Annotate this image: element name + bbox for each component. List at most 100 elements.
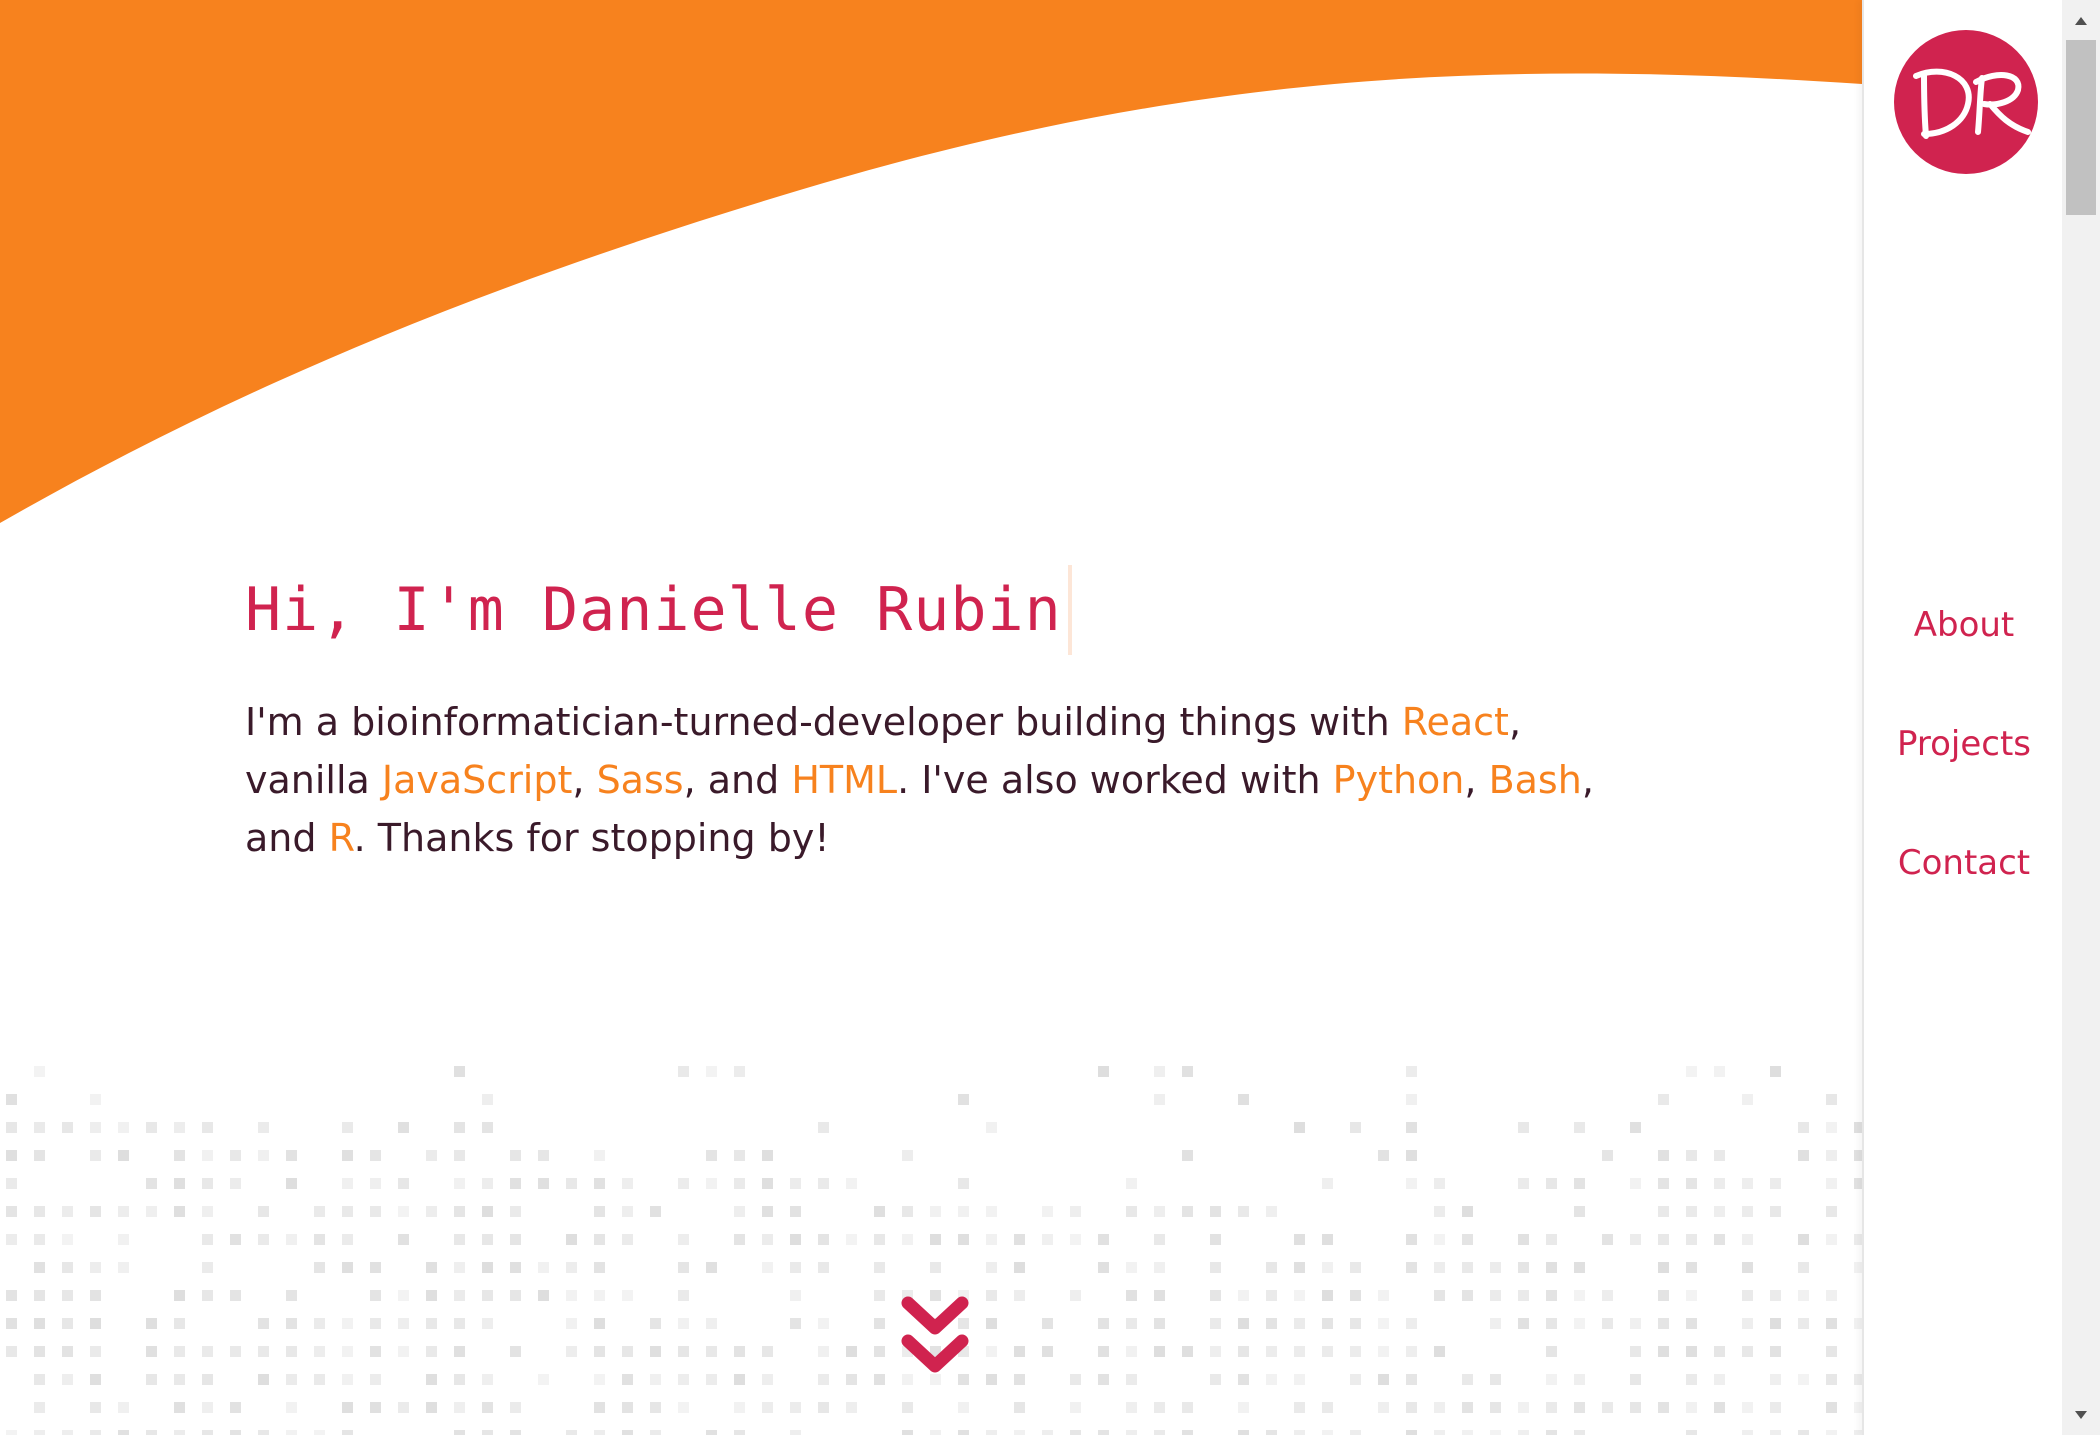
pattern-dot	[874, 1234, 885, 1245]
pattern-dot	[762, 1150, 773, 1161]
pattern-dot	[622, 1430, 633, 1435]
vertical-scrollbar[interactable]	[2062, 0, 2100, 1435]
pattern-dot	[1798, 1430, 1809, 1435]
pattern-dot	[1714, 1374, 1725, 1385]
pattern-dot	[1742, 1178, 1753, 1189]
pattern-dot	[370, 1318, 381, 1329]
logo[interactable]	[1894, 30, 2038, 174]
pattern-dot	[1854, 1234, 1862, 1245]
pattern-dot	[1098, 1430, 1109, 1435]
scroll-down-arrow[interactable]	[2062, 1400, 2100, 1430]
pattern-dot	[1546, 1430, 1557, 1435]
pattern-dot	[818, 1318, 829, 1329]
pattern-dot	[1462, 1402, 1473, 1413]
pattern-dot	[34, 1430, 45, 1435]
pattern-dot	[1154, 1206, 1165, 1217]
pattern-dot	[1294, 1318, 1305, 1329]
pattern-dot	[538, 1290, 549, 1301]
pattern-dot	[174, 1178, 185, 1189]
nav-link-about[interactable]: About	[1864, 600, 2064, 650]
pattern-dot	[930, 1430, 941, 1435]
pattern-dot	[874, 1346, 885, 1357]
pattern-dot	[1686, 1430, 1697, 1435]
pattern-dot	[286, 1318, 297, 1329]
page: Hi, I'm Danielle Rubin I'm a bioinformat…	[0, 0, 2100, 1435]
pattern-dot	[370, 1374, 381, 1385]
pattern-dot	[34, 1402, 45, 1413]
pattern-dot	[342, 1318, 353, 1329]
pattern-dot	[1518, 1262, 1529, 1273]
triangle-down-icon	[2075, 1411, 2087, 1419]
pattern-dot	[678, 1318, 689, 1329]
pattern-dot	[566, 1430, 577, 1435]
double-chevron-down-icon	[901, 1296, 969, 1373]
pattern-dot	[1182, 1430, 1193, 1435]
pattern-dot	[678, 1346, 689, 1357]
pattern-dot	[1266, 1346, 1277, 1357]
pattern-dot	[1518, 1402, 1529, 1413]
intro-text: , and	[683, 758, 792, 802]
pattern-dot	[1434, 1178, 1445, 1189]
pattern-dot	[34, 1234, 45, 1245]
pattern-dot	[650, 1374, 661, 1385]
pattern-dot	[1378, 1290, 1389, 1301]
pattern-dot	[1854, 1430, 1862, 1435]
pattern-dot	[818, 1234, 829, 1245]
pattern-dot	[1154, 1066, 1165, 1077]
pattern-dot	[1406, 1430, 1417, 1435]
pattern-dot	[286, 1430, 297, 1435]
pattern-dot	[454, 1346, 465, 1357]
pattern-dot	[1518, 1122, 1529, 1133]
pattern-dot	[370, 1178, 381, 1189]
main-nav: About Projects Contact	[1864, 600, 2064, 957]
pattern-dot	[1322, 1290, 1333, 1301]
pattern-dot	[1770, 1066, 1781, 1077]
pattern-dot	[1378, 1346, 1389, 1357]
pattern-dot	[1322, 1262, 1333, 1273]
nav-link-projects[interactable]: Projects	[1864, 719, 2064, 769]
pattern-dot	[482, 1374, 493, 1385]
pattern-dot	[902, 1150, 913, 1161]
pattern-dot	[34, 1150, 45, 1161]
pattern-dot	[734, 1206, 745, 1217]
pattern-dot	[762, 1262, 773, 1273]
scroll-up-arrow[interactable]	[2062, 6, 2100, 36]
pattern-dot	[1770, 1346, 1781, 1357]
scrollbar-thumb[interactable]	[2066, 40, 2096, 215]
pattern-dot	[1658, 1290, 1669, 1301]
pattern-dot	[1294, 1262, 1305, 1273]
pattern-dot	[1826, 1290, 1837, 1301]
pattern-dot	[986, 1374, 997, 1385]
pattern-dot	[1350, 1262, 1361, 1273]
pattern-dot	[398, 1402, 409, 1413]
pattern-dot	[1294, 1402, 1305, 1413]
pattern-dot	[846, 1374, 857, 1385]
pattern-dot	[398, 1178, 409, 1189]
pattern-dot	[1798, 1234, 1809, 1245]
pattern-dot	[986, 1122, 997, 1133]
pattern-dot	[510, 1150, 521, 1161]
pattern-dot	[90, 1374, 101, 1385]
pattern-dot	[1406, 1402, 1417, 1413]
pattern-dot	[6, 1122, 17, 1133]
pattern-dot	[454, 1374, 465, 1385]
pattern-dot	[1434, 1262, 1445, 1273]
pattern-dot	[230, 1346, 241, 1357]
pattern-dot	[1490, 1318, 1501, 1329]
pattern-dot	[1714, 1234, 1725, 1245]
pattern-dot	[1182, 1150, 1193, 1161]
scroll-down-button[interactable]	[900, 1295, 970, 1385]
pattern-dot	[482, 1178, 493, 1189]
pattern-dot	[118, 1122, 129, 1133]
pattern-dot	[1210, 1318, 1221, 1329]
pattern-dot	[1210, 1262, 1221, 1273]
main-content: Hi, I'm Danielle Rubin I'm a bioinformat…	[0, 0, 1862, 1435]
pattern-dot	[1042, 1318, 1053, 1329]
hero-section: Hi, I'm Danielle Rubin I'm a bioinformat…	[245, 565, 1665, 867]
nav-link-contact[interactable]: Contact	[1864, 838, 2064, 888]
pattern-dot	[202, 1150, 213, 1161]
pattern-dot	[202, 1178, 213, 1189]
pattern-dot	[762, 1374, 773, 1385]
pattern-dot	[1126, 1430, 1137, 1435]
pattern-dot	[454, 1262, 465, 1273]
